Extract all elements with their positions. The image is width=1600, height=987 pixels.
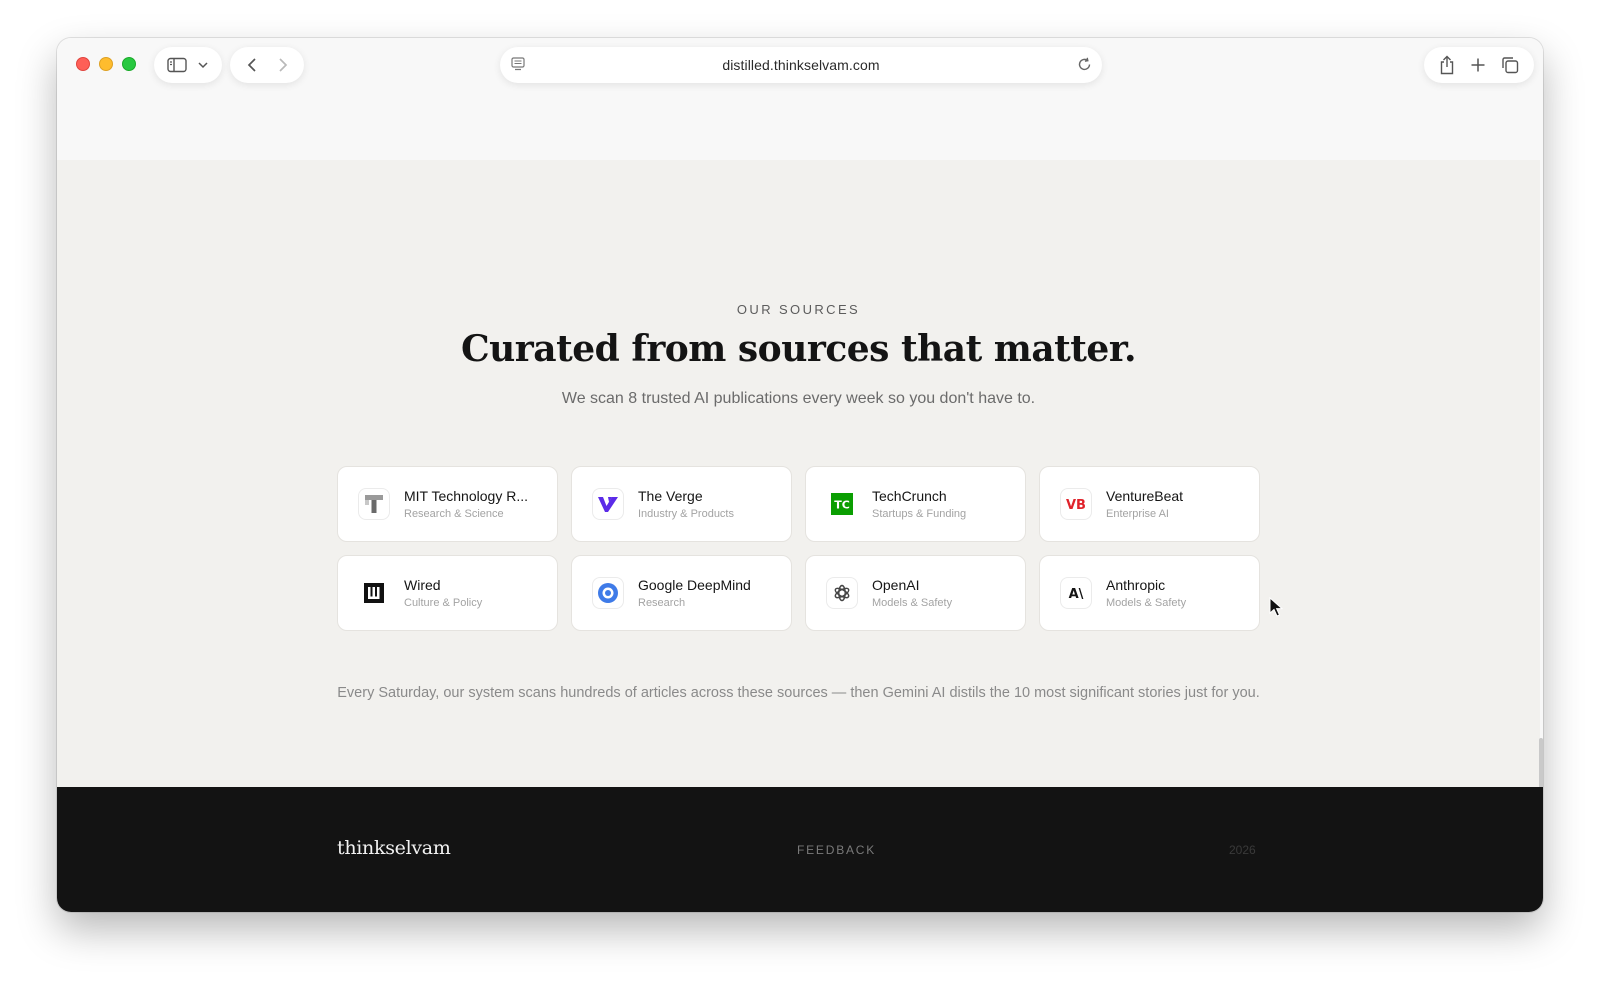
source-category: Enterprise AI — [1106, 508, 1169, 520]
source-name: The Verge — [638, 488, 703, 504]
venturebeat-logo-text: VB — [1066, 498, 1086, 513]
techcrunch-logo: TC — [826, 488, 858, 520]
source-category: Research & Science — [404, 508, 504, 520]
source-card-mit-technology-review[interactable]: MIT Technology R... Research & Science — [337, 466, 558, 542]
anthropic-logo: A\ — [1060, 577, 1092, 609]
zoom-window-button[interactable] — [122, 57, 136, 71]
sidebar-icon[interactable] — [167, 57, 187, 73]
venturebeat-logo: VB — [1060, 488, 1092, 520]
source-name: VentureBeat — [1106, 488, 1184, 504]
browser-window: distilled.thinkselvam.com OUR SOURCES Cu… — [57, 38, 1543, 912]
source-category: Models & Safety — [872, 597, 953, 609]
techcrunch-logo-text: TC — [834, 499, 850, 512]
sources-section: OUR SOURCES Curated from sources that ma… — [57, 160, 1540, 787]
sources-grid: MIT Technology R... Research & Science T… — [337, 466, 1260, 631]
source-category: Industry & Products — [638, 508, 734, 520]
source-card-anthropic[interactable]: A\ Anthropic Models & Safety — [1039, 555, 1260, 631]
section-eyebrow: OUR SOURCES — [736, 302, 861, 317]
section-subhead: We scan 8 trusted AI publications every … — [561, 390, 1036, 407]
source-category: Culture & Policy — [404, 597, 483, 609]
page-footer: thinkselvam FEEDBACK 2026 — [57, 787, 1543, 912]
source-card-openai[interactable]: OpenAI Models & Safety — [805, 555, 1026, 631]
the-verge-logo — [592, 488, 624, 520]
share-icon[interactable] — [1439, 55, 1455, 75]
mouse-cursor-icon — [1269, 596, 1284, 622]
source-card-wired[interactable]: Wired Culture & Policy — [337, 555, 558, 631]
source-category: Research — [638, 597, 686, 609]
mit-technology-review-logo — [358, 488, 390, 520]
footer-year: 2026 — [1229, 843, 1256, 857]
source-name: Wired — [404, 577, 441, 593]
feedback-link[interactable]: FEEDBACK — [797, 843, 876, 857]
openai-logo — [826, 577, 858, 609]
source-name: OpenAI — [872, 577, 920, 593]
source-card-venturebeat[interactable]: VB VentureBeat Enterprise AI — [1039, 466, 1260, 542]
page-menu-icon[interactable] — [511, 57, 525, 71]
navigation-group — [230, 47, 304, 83]
reload-icon[interactable] — [1077, 57, 1092, 72]
browser-toolbar: distilled.thinkselvam.com — [57, 38, 1543, 160]
window-controls — [76, 57, 136, 71]
footer-brand[interactable]: thinkselvam — [337, 837, 451, 859]
source-card-google-deepmind[interactable]: Google DeepMind Research — [571, 555, 792, 631]
section-headline: Curated from sources that matter. — [460, 328, 1137, 370]
source-card-techcrunch[interactable]: TC TechCrunch Startups & Funding — [805, 466, 1026, 542]
close-window-button[interactable] — [76, 57, 90, 71]
browser-actions-group — [1424, 47, 1534, 83]
source-name: MIT Technology R... — [404, 488, 528, 504]
forward-arrow-icon[interactable] — [277, 57, 289, 73]
back-arrow-icon[interactable] — [246, 57, 258, 73]
source-name: Anthropic — [1106, 577, 1166, 593]
source-card-the-verge[interactable]: The Verge Industry & Products — [571, 466, 792, 542]
tab-overview-icon[interactable] — [1501, 56, 1519, 74]
source-category: Models & Safety — [1106, 597, 1187, 609]
address-bar[interactable]: distilled.thinkselvam.com — [500, 47, 1102, 83]
source-category: Startups & Funding — [872, 508, 967, 520]
wired-logo — [358, 577, 390, 609]
anthropic-logo-text: A\ — [1069, 587, 1084, 602]
google-deepmind-logo — [592, 577, 624, 609]
sources-note: Every Saturday, our system scans hundred… — [337, 685, 1260, 701]
source-name: Google DeepMind — [638, 577, 751, 593]
minimize-window-button[interactable] — [99, 57, 113, 71]
url-text: distilled.thinkselvam.com — [722, 57, 880, 73]
chevron-down-icon[interactable] — [197, 61, 209, 69]
sidebar-toggle-group — [154, 47, 222, 83]
source-name: TechCrunch — [872, 488, 947, 504]
plus-icon[interactable] — [1470, 57, 1486, 73]
